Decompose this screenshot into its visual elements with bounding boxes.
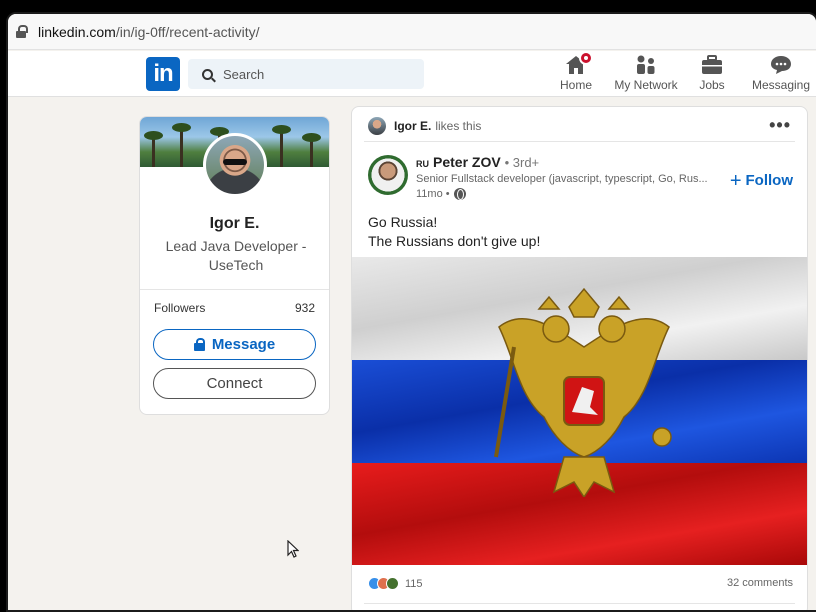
nav-my-network-label: My Network [614,78,678,92]
message-button[interactable]: Message [153,329,316,360]
nav-home-label: Home [559,78,592,92]
author-avatar[interactable] [368,155,408,195]
lock-icon [193,338,205,351]
nav-messaging-label: Messaging [751,78,811,92]
liker-avatar[interactable] [368,117,386,135]
follow-button[interactable]: + Follow [730,170,793,193]
search-input[interactable]: Search [188,59,424,89]
reactions-count: 115 [405,577,423,590]
post-time-text: 11mo • [416,188,450,200]
post-text-line: Go Russia! [368,214,438,230]
connection-degree: • 3rd+ [504,155,540,170]
profile-avatar[interactable] [203,133,267,197]
followers-label: Followers [154,301,206,315]
connect-button[interactable]: Connect [153,368,316,399]
followers-count: 932 [294,301,315,315]
post-text: Go Russia! The Russians don't give up! [368,213,540,251]
profile-card: Igor E. Lead Java Developer - UseTech Fo… [139,116,330,415]
divider [140,289,329,290]
connect-button-label: Connect [206,375,263,392]
browser-window: linkedin.com/in/ig-0ff/recent-activity/ … [6,12,816,612]
nav-my-network[interactable]: My Network [612,55,680,95]
comments-count[interactable]: 32 comments [727,577,793,589]
liker-name[interactable]: Igor E. [394,119,431,133]
liker-action: likes this [435,119,482,133]
profile-headline: Lead Java Developer - UseTech [165,238,307,273]
post-time: 11mo • [416,188,466,200]
divider [364,603,795,604]
search-placeholder: Search [223,66,265,82]
support-reaction-icon [386,577,399,590]
nav-jobs-label: Jobs [699,78,725,92]
mouse-cursor-icon [287,540,299,558]
post-image[interactable] [352,257,807,565]
author-name-row[interactable]: RU Peter ZOV • 3rd+ [416,154,539,170]
linkedin-logo[interactable]: in [146,57,180,91]
briefcase-icon [701,55,723,75]
home-icon [565,51,593,75]
top-nav: in Search Home My Network Jobs Messaging [8,51,816,97]
nav-jobs[interactable]: Jobs [694,55,730,95]
message-button-label: Message [211,336,276,353]
nav-messaging[interactable]: Messaging [750,55,812,95]
more-options-icon[interactable]: ••• [769,115,791,136]
country-flag: RU [416,159,429,169]
messaging-icon [770,55,792,75]
url-host: linkedin.com [38,23,116,40]
post-text-line: The Russians don't give up! [368,233,541,249]
search-icon [202,68,213,80]
nav-home[interactable]: Home [554,51,598,95]
lock-icon [16,24,28,39]
followers-row: Followers 932 [154,301,315,315]
url-path: /in/ig-0ff/recent-activity/ [115,23,260,40]
author-headline: Senior Fullstack developer (javascript, … [416,173,708,185]
post-social-context: Igor E. likes this [368,117,481,135]
address-bar[interactable]: linkedin.com/in/ig-0ff/recent-activity/ [8,14,816,50]
notification-badge [579,51,593,65]
globe-icon [453,188,466,200]
network-icon [635,55,657,75]
divider [364,141,795,142]
plus-icon: + [729,170,742,192]
profile-name[interactable]: Igor E. [140,215,329,233]
feed-post: Igor E. likes this ••• RU Peter ZOV • 3rd… [351,106,808,610]
author-name[interactable]: Peter ZOV [433,154,501,170]
double-headed-eagle-emblem [494,287,672,497]
reactions-summary[interactable]: 115 [368,577,423,590]
follow-button-label: Follow [745,172,794,189]
